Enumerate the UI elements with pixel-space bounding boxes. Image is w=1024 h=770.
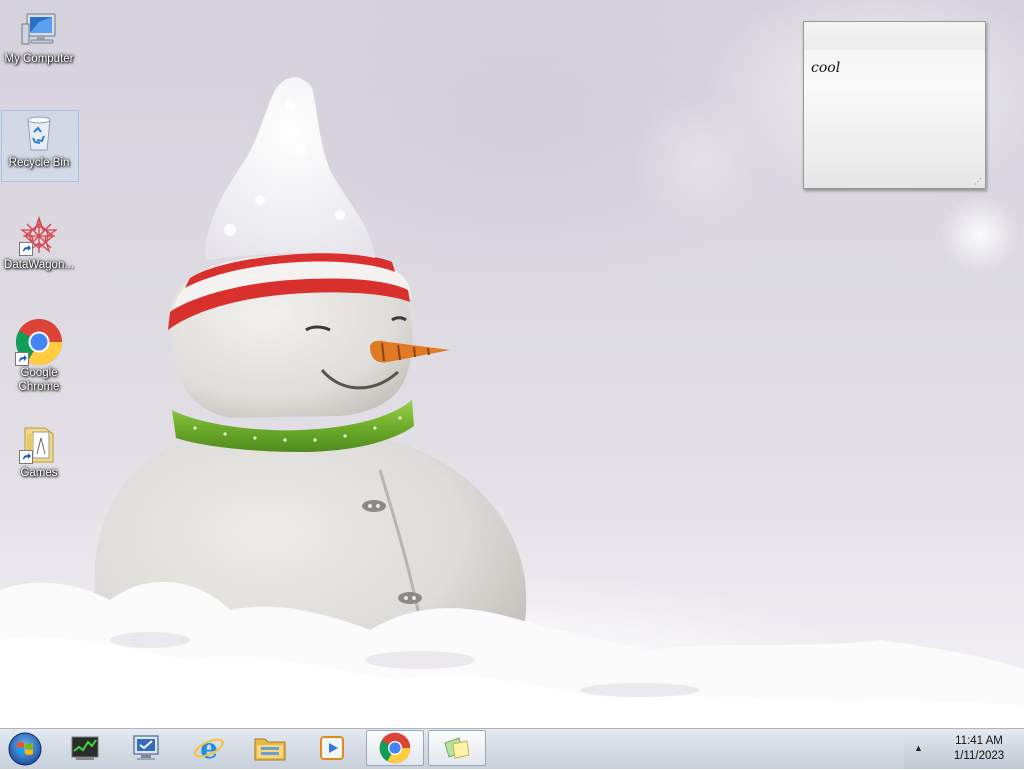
- system-tray: ▲ 11:41 AM 1/11/2023: [904, 729, 1024, 769]
- windows-start-orb: [8, 732, 42, 766]
- remote-desktop-icon: [133, 735, 159, 760]
- sticky-notes-icon: [444, 737, 470, 759]
- sticky-note[interactable]: cool ⋰: [803, 21, 986, 189]
- taskbar-button-google-chrome[interactable]: [366, 730, 424, 766]
- taskbar: e ▲ 11:41 AM 1/11/2023: [0, 728, 1024, 769]
- clock-time: 11:41 AM: [955, 735, 1003, 747]
- desktop-icon-label: Google Chrome: [18, 367, 60, 393]
- desktop-icon-my-computer[interactable]: My Computer: [0, 10, 78, 66]
- sticky-note-title-bar[interactable]: [804, 22, 985, 50]
- chrome-icon: [15, 318, 63, 366]
- taskbar-button-task-manager[interactable]: [56, 730, 114, 766]
- games-folder-icon: [19, 424, 59, 464]
- chrome-icon: [379, 732, 411, 764]
- shortcut-arrow-icon: [15, 352, 29, 366]
- taskbar-button-internet-explorer[interactable]: e: [180, 730, 238, 766]
- resize-grip-icon[interactable]: ⋰: [974, 177, 982, 186]
- datawagon-icon: [19, 215, 59, 256]
- desktop-icon-datawagon[interactable]: DataWagon...: [0, 215, 78, 272]
- sticky-note-text[interactable]: cool: [811, 60, 840, 76]
- taskbar-button-sticky-notes[interactable]: [428, 730, 486, 766]
- media-player-icon: [320, 736, 344, 760]
- desktop-icon-label: My Computer: [4, 53, 74, 65]
- shortcut-arrow-icon: [19, 242, 33, 256]
- desktop-icon-label: Games: [20, 467, 58, 479]
- clock-date: 1/11/2023: [953, 750, 1005, 762]
- taskbar-clock[interactable]: 11:41 AM 1/11/2023: [944, 734, 1014, 764]
- taskbar-button-media-player[interactable]: [303, 730, 361, 766]
- taskbar-button-file-explorer[interactable]: [241, 730, 299, 766]
- desktop-icon-google-chrome[interactable]: Google Chrome: [0, 318, 78, 394]
- internet-explorer-icon: e: [194, 733, 224, 763]
- folder-icon: [254, 738, 286, 761]
- recycle-bin-icon: [19, 114, 59, 154]
- start-button[interactable]: [5, 731, 45, 767]
- taskbar-button-remote-desktop[interactable]: [117, 730, 175, 766]
- computer-icon: [19, 10, 59, 50]
- svg-text:e: e: [200, 733, 218, 763]
- chevron-up-icon[interactable]: ▲: [914, 743, 923, 753]
- desktop-icon-games[interactable]: Games: [0, 424, 78, 480]
- shortcut-arrow-icon: [19, 450, 33, 464]
- task-manager-icon: [71, 736, 99, 760]
- desktop-icon-recycle-bin[interactable]: Recycle Bin: [0, 110, 79, 182]
- desktop-icon-label: DataWagon...: [4, 259, 74, 271]
- desktop-icon-label: Recycle Bin: [8, 157, 70, 169]
